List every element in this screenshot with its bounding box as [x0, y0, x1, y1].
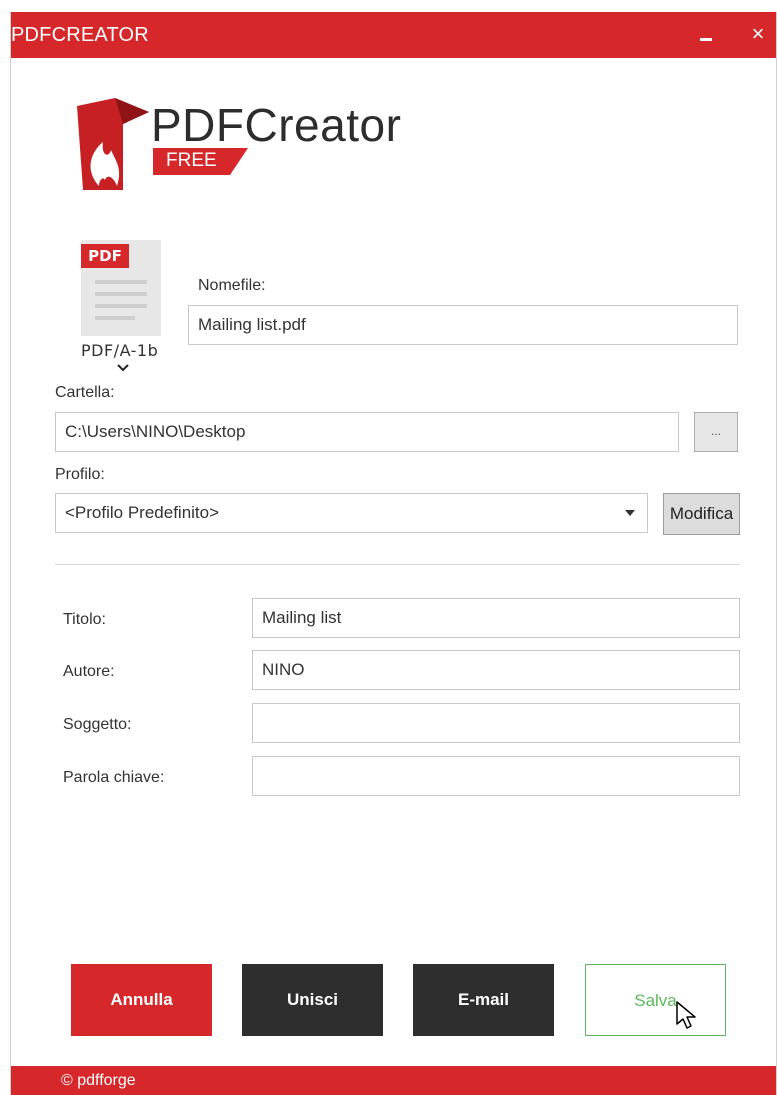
filename-label: Nomefile: [198, 277, 266, 294]
close-icon[interactable]: × [746, 20, 770, 48]
free-badge-label: FREE [166, 150, 217, 171]
window-title: PDFCREATOR [11, 24, 149, 46]
browse-folder-button[interactable]: ... [694, 412, 738, 452]
output-format-selector[interactable]: PDF PDF/A-1b [71, 240, 171, 380]
author-field[interactable]: NINO [252, 650, 740, 690]
copyright-text: © pdfforge [61, 1072, 136, 1089]
folder-label: Cartella: [55, 384, 115, 401]
title-bar: PDFCREATOR × [11, 12, 776, 58]
subject-field[interactable] [252, 703, 740, 743]
keywords-label: Parola chiave: [63, 769, 165, 786]
dropdown-arrow-icon [625, 510, 635, 516]
mouse-cursor-icon [676, 1001, 696, 1029]
pdfcreator-window: PDFCREATOR × PDFCreator FREE PDF PDF/A-1… [10, 12, 777, 1095]
author-label: Autore: [63, 663, 115, 680]
profile-selected-value: <Profilo Predefinito> [65, 503, 220, 522]
keywords-field[interactable] [252, 756, 740, 796]
folder-field[interactable]: C:\Users\NINO\Desktop [55, 412, 679, 452]
merge-button[interactable]: Unisci [242, 964, 383, 1036]
filename-field[interactable]: Mailing list.pdf [188, 305, 738, 345]
subject-label: Soggetto: [63, 716, 132, 733]
format-label: PDF/A-1b [81, 341, 159, 360]
profile-dropdown[interactable]: <Profilo Predefinito> [55, 493, 648, 533]
pdf-tag: PDF [81, 244, 129, 268]
minimize-icon[interactable] [694, 23, 718, 47]
free-badge: FREE [153, 148, 248, 175]
save-button[interactable]: Salva [585, 964, 726, 1036]
title-field[interactable]: Mailing list [252, 598, 740, 638]
profile-label: Profilo: [55, 466, 105, 483]
cancel-button[interactable]: Annulla [71, 964, 212, 1036]
brand-name: PDFCreator [151, 99, 402, 151]
chevron-down-icon [117, 364, 129, 372]
email-button[interactable]: E-mail [413, 964, 554, 1036]
divider [55, 564, 740, 565]
modify-profile-button[interactable]: Modifica [663, 493, 740, 535]
footer: © pdfforge [11, 1066, 776, 1095]
title-label: Titolo: [63, 611, 106, 628]
